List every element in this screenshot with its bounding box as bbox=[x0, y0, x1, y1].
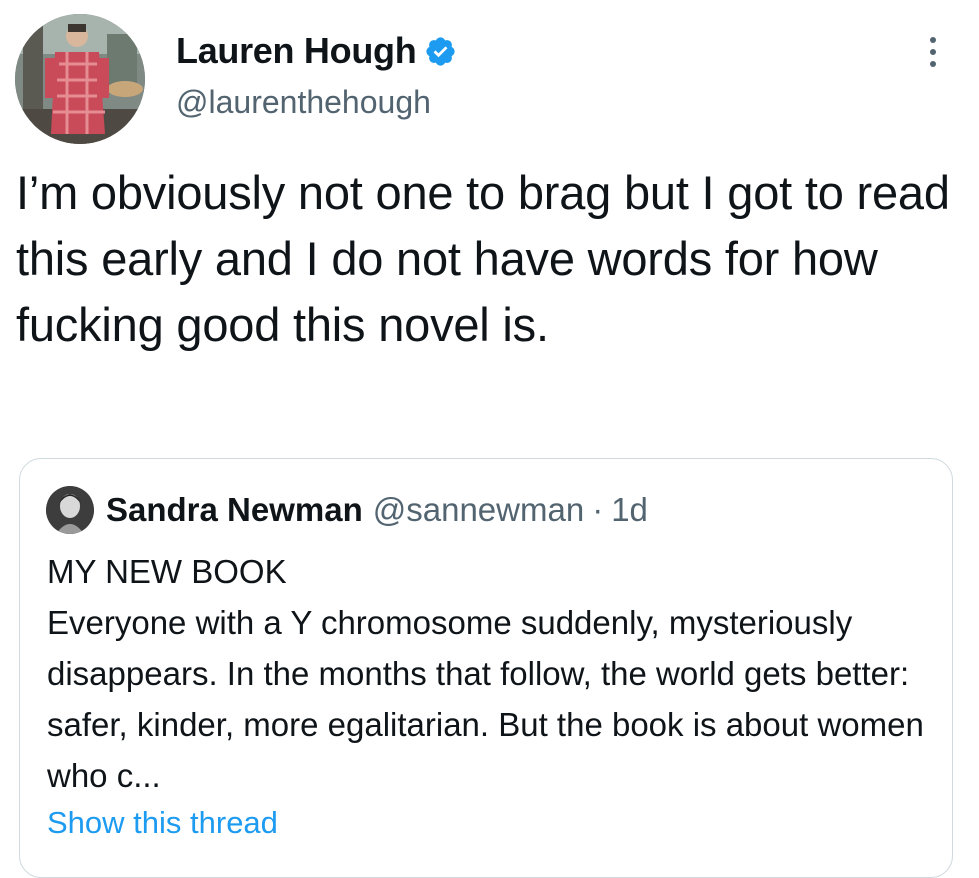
tweet-text: I’m obviously not one to brag but I got … bbox=[16, 166, 950, 351]
more-dot bbox=[930, 37, 936, 43]
more-options-icon[interactable] bbox=[918, 32, 948, 72]
quoted-tweet-text: Everyone with a Y chromosome suddenly, m… bbox=[47, 604, 924, 794]
tweet-card: Lauren Hough @laurenthehough I’m obvious… bbox=[0, 0, 979, 878]
author-avatar[interactable] bbox=[15, 14, 145, 144]
quoted-author-display-name: Sandra Newman bbox=[106, 491, 363, 528]
quoted-tweet-title: MY NEW BOOK bbox=[47, 553, 287, 590]
more-dot bbox=[930, 61, 936, 67]
name-row: Lauren Hough bbox=[176, 30, 457, 72]
avatar-photo bbox=[15, 14, 145, 144]
author-info: Lauren Hough @laurenthehough bbox=[176, 30, 457, 121]
quoted-tweet-body: MY NEW BOOK Everyone with a Y chromosome… bbox=[47, 546, 927, 801]
more-dot bbox=[930, 49, 936, 55]
quoted-author-handle: @sannewman bbox=[372, 491, 585, 528]
quoted-separator: · bbox=[592, 491, 604, 528]
quoted-author-avatar bbox=[46, 486, 94, 534]
quoted-timestamp: 1d bbox=[611, 491, 648, 528]
verified-badge-icon bbox=[424, 35, 457, 68]
quoted-avatar-photo bbox=[46, 486, 94, 534]
author-handle[interactable]: @laurenthehough bbox=[176, 84, 457, 121]
quoted-tweet[interactable]: Sandra Newman @sannewman · 1d MY NEW BOO… bbox=[19, 458, 953, 878]
show-thread-link[interactable]: Show this thread bbox=[47, 805, 278, 841]
author-display-name[interactable]: Lauren Hough bbox=[176, 30, 417, 72]
quoted-tweet-header: Sandra Newman @sannewman · 1d bbox=[46, 486, 648, 534]
